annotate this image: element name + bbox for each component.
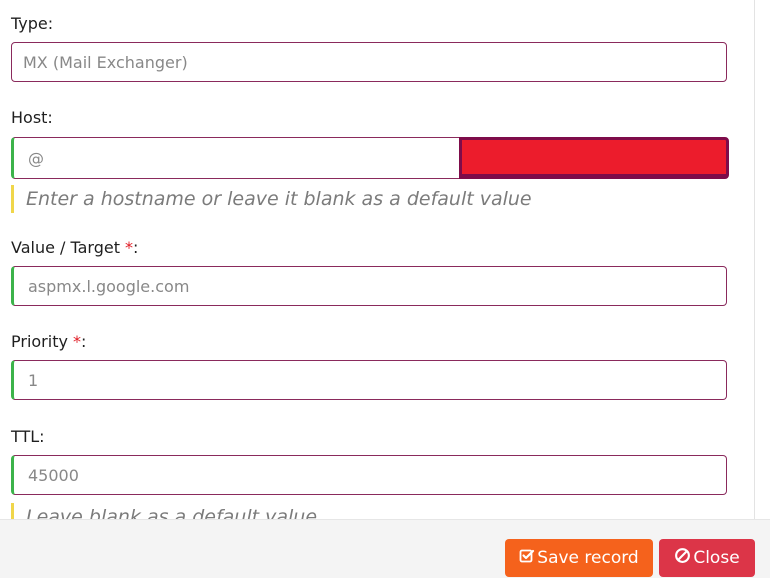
host-input-group: @ (11, 137, 729, 179)
value-target-label: Value / Target *: (11, 238, 138, 258)
ttl-input[interactable]: 45000 (11, 455, 727, 495)
value-target-value: aspmx.l.google.com (28, 276, 190, 296)
type-label: Type: (11, 14, 54, 33)
priority-value: 1 (28, 370, 39, 390)
priority-input[interactable]: 1 (11, 360, 727, 400)
priority-label: Priority *: (11, 332, 86, 352)
dns-record-form: Type: MX (Mail Exchanger) Host: @ Enter … (0, 0, 754, 519)
required-mark: * (125, 238, 133, 257)
value-target-input[interactable]: aspmx.l.google.com (11, 266, 727, 306)
host-label: Host: (11, 108, 53, 127)
close-label: Close (693, 548, 740, 568)
ttl-value: 45000 (28, 465, 79, 485)
ban-icon (674, 547, 693, 569)
value-target-label-colon: : (133, 238, 139, 257)
priority-label-colon: : (80, 332, 87, 351)
required-mark: * (72, 332, 81, 351)
value-target-label-text: Value / Target (11, 238, 120, 257)
type-value: MX (Mail Exchanger) (23, 52, 188, 72)
modal-footer: Save record Close (0, 519, 770, 578)
ttl-label: TTL: (11, 427, 45, 446)
scrollbar-track[interactable] (754, 0, 755, 519)
host-domain-suffix-redacted (459, 137, 729, 179)
check-square-icon (519, 548, 537, 569)
close-button[interactable]: Close (659, 539, 755, 577)
host-hint: Enter a hostname or leave it blank as a … (11, 185, 532, 213)
priority-label-text: Priority (11, 332, 68, 351)
type-select[interactable]: MX (Mail Exchanger) (11, 42, 727, 82)
host-input[interactable]: @ (11, 137, 459, 179)
save-record-label: Save record (537, 548, 639, 568)
save-record-button[interactable]: Save record (505, 539, 653, 577)
ttl-hint: Leave blank as a default value (11, 503, 317, 519)
host-value: @ (28, 148, 44, 168)
